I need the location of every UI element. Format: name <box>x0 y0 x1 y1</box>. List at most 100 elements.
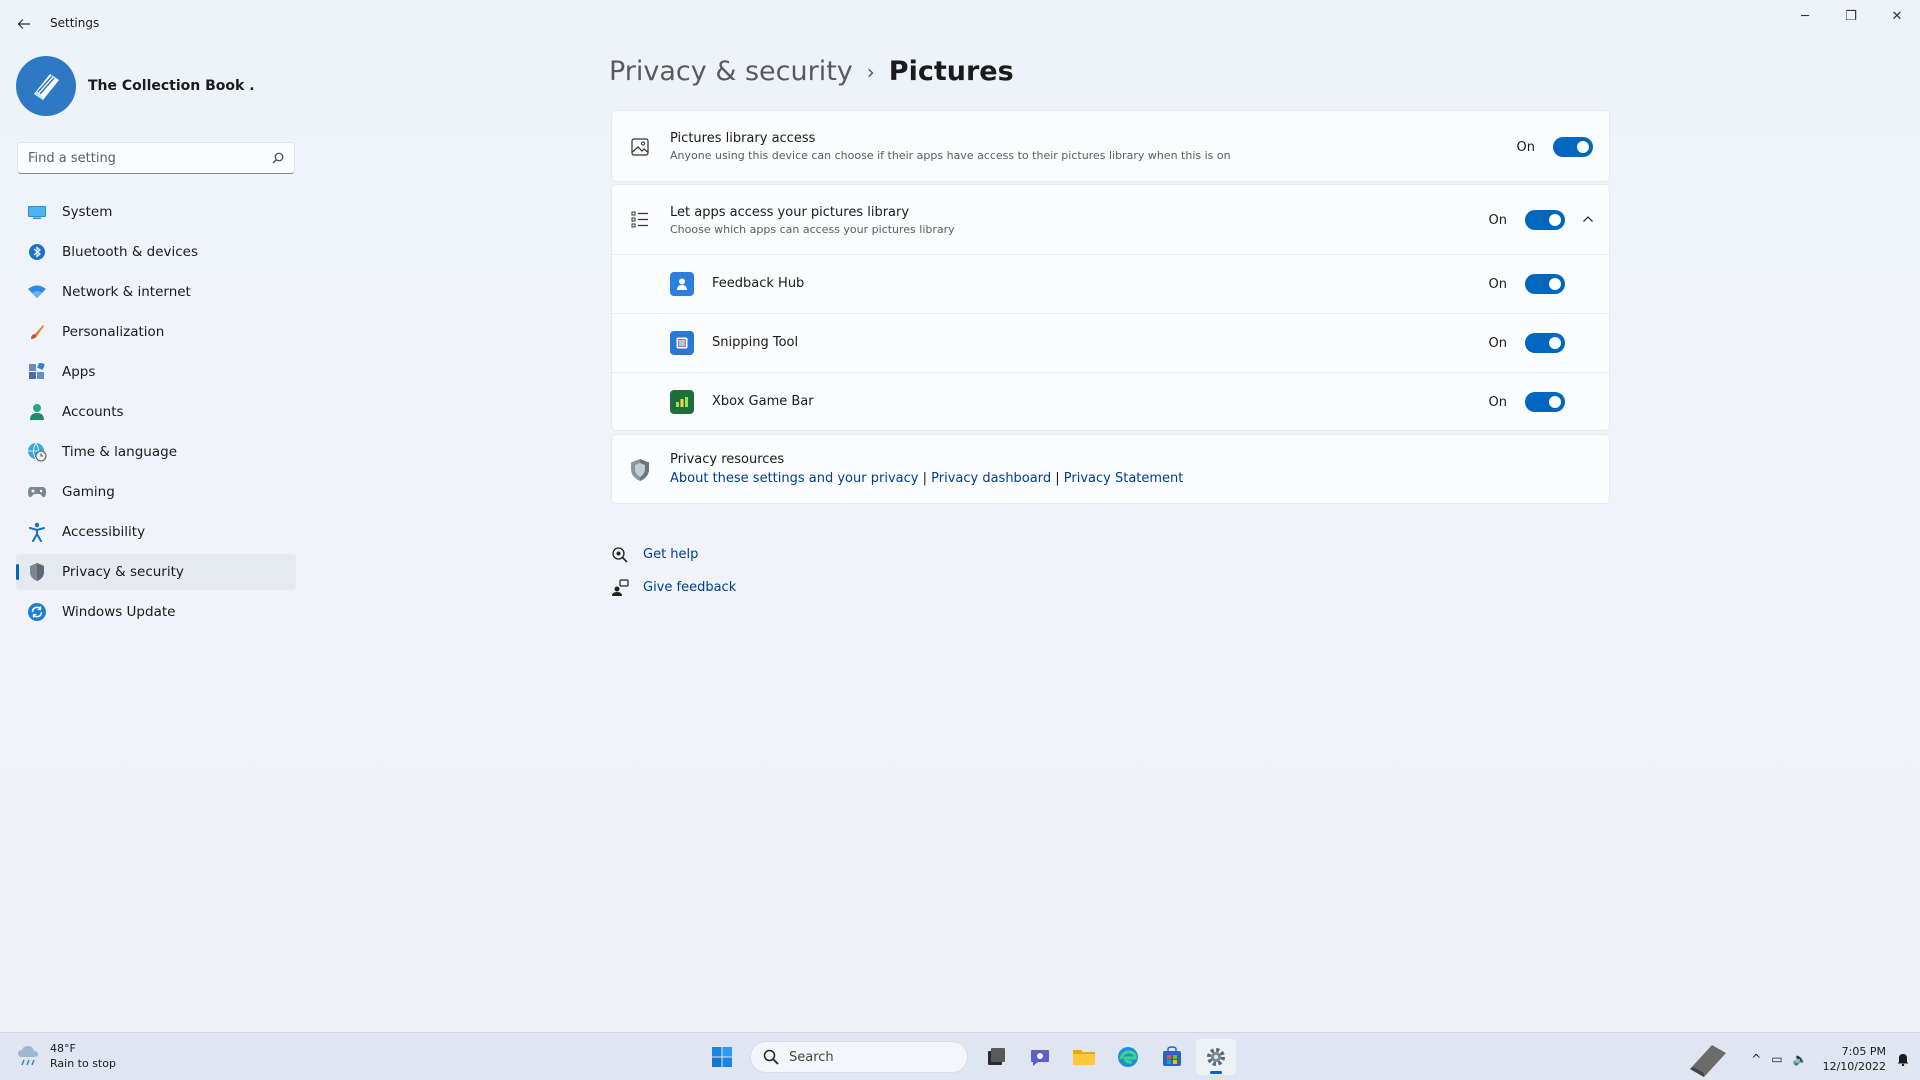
feedback-hub-toggle[interactable] <box>1525 274 1565 294</box>
sidebar-item-label: System <box>62 204 113 220</box>
teams-chat-button[interactable] <box>1020 1039 1060 1075</box>
link-separator: | <box>922 471 927 486</box>
toggle-group: On <box>1489 274 1565 294</box>
weather-temp: 48°F <box>50 1042 76 1055</box>
pictures-library-access-card: Pictures library access Anyone using thi… <box>611 110 1610 182</box>
search-icon <box>763 1049 779 1065</box>
weather-desc: Rain to stop <box>50 1057 116 1070</box>
page-title: Pictures <box>888 56 1014 87</box>
sidebar-nav: System Bluetooth & devices Network & int… <box>16 194 296 634</box>
shield-icon <box>26 561 48 583</box>
network-icon[interactable]: ▭ <box>1771 1052 1782 1066</box>
book-logo-icon <box>34 74 59 100</box>
sidebar-item-network[interactable]: Network & internet <box>16 274 296 310</box>
sidebar-item-accounts[interactable]: Accounts <box>16 394 296 430</box>
shield-icon <box>628 458 652 482</box>
back-button[interactable] <box>10 10 38 38</box>
sidebar-item-label: Bluetooth & devices <box>62 244 199 260</box>
get-help-label: Get help <box>643 547 699 562</box>
row-title: Pictures library access <box>670 131 816 146</box>
row-text: Let apps access your pictures library Ch… <box>670 205 955 236</box>
sidebar-item-label: Privacy & security <box>62 564 184 580</box>
gear-icon <box>1207 1048 1225 1066</box>
sidebar-item-personalization[interactable]: Personalization <box>16 314 296 350</box>
get-help-link[interactable]: Get help <box>611 538 736 571</box>
xbox-game-bar-toggle[interactable] <box>1525 392 1565 412</box>
weather-text: 48°F Rain to stop <box>50 1041 116 1071</box>
app-name: Xbox Game Bar <box>712 394 814 409</box>
toggle-group: On <box>1489 333 1565 353</box>
rain-cloud-icon <box>18 1046 38 1066</box>
avatar <box>16 56 76 116</box>
globe-clock-icon <box>26 441 48 463</box>
app-row-feedback-hub: Feedback Hub On <box>612 255 1609 313</box>
chevron-up-icon[interactable] <box>1581 211 1595 230</box>
apps-access-toggle[interactable] <box>1525 210 1565 230</box>
sidebar-item-label: Network & internet <box>62 284 191 300</box>
sidebar-item-privacy-security[interactable]: Privacy & security <box>16 554 296 590</box>
about-privacy-link[interactable]: About these settings and your privacy <box>670 471 918 486</box>
user-profile[interactable]: The Collection Book . <box>16 56 255 116</box>
list-icon <box>628 207 652 231</box>
row-title: Privacy resources <box>670 452 785 467</box>
xbox-game-bar-icon <box>670 390 694 414</box>
store-button[interactable] <box>1152 1039 1192 1075</box>
breadcrumb-parent[interactable]: Privacy & security <box>609 56 853 87</box>
wifi-icon <box>26 281 48 303</box>
privacy-links: About these settings and your privacy | … <box>670 471 1183 486</box>
accessibility-icon <box>26 521 48 543</box>
sidebar-item-system[interactable]: System <box>16 194 296 230</box>
minimize-button[interactable]: ─ <box>1782 0 1828 32</box>
task-view-button[interactable] <box>976 1039 1016 1075</box>
edge-button[interactable] <box>1108 1039 1148 1075</box>
file-explorer-button[interactable] <box>1064 1039 1104 1075</box>
toggle-group: On <box>1517 137 1593 157</box>
sidebar-item-bluetooth[interactable]: Bluetooth & devices <box>16 234 296 270</box>
person-icon <box>26 401 48 423</box>
sidebar-item-accessibility[interactable]: Accessibility <box>16 514 296 550</box>
sidebar-item-apps[interactable]: Apps <box>16 354 296 390</box>
close-button[interactable]: ✕ <box>1874 0 1920 32</box>
breadcrumb: Privacy & security › Pictures <box>609 56 1014 87</box>
app-title: Settings <box>50 16 100 30</box>
settings-search[interactable] <box>17 142 295 174</box>
apps-access-header-row[interactable]: Let apps access your pictures library Ch… <box>612 185 1609 254</box>
system-tray: ^ ▭ 🔈 7:05 PM 12/10/2022 <box>1684 1039 1910 1079</box>
toggle-state-label: On <box>1516 139 1535 155</box>
taskbar-search[interactable]: Search <box>750 1041 968 1073</box>
store-icon <box>1163 1046 1181 1066</box>
sidebar-item-label: Personalization <box>62 324 165 340</box>
weather-widget[interactable]: 48°F Rain to stop <box>16 1041 116 1071</box>
search-icon <box>272 152 284 164</box>
taskbar-search-label: Search <box>789 1049 834 1065</box>
snipping-tool-toggle[interactable] <box>1525 333 1565 353</box>
volume-icon[interactable]: 🔈 <box>1793 1052 1808 1066</box>
pictures-library-access-toggle[interactable] <box>1553 137 1593 157</box>
start-button[interactable] <box>702 1039 742 1075</box>
help-links: Get help Give feedback <box>611 538 736 604</box>
feedback-icon <box>611 578 629 597</box>
clock[interactable]: 7:05 PM 12/10/2022 <box>1823 1044 1886 1074</box>
restore-button[interactable]: ❐ <box>1828 0 1874 32</box>
privacy-resources-card: Privacy resources About these settings a… <box>611 434 1610 504</box>
sidebar-item-label: Accessibility <box>62 524 146 540</box>
search-input[interactable] <box>28 150 272 166</box>
privacy-dashboard-link[interactable]: Privacy dashboard <box>931 471 1051 486</box>
sidebar-item-gaming[interactable]: Gaming <box>16 474 296 510</box>
feedback-hub-icon <box>670 272 694 296</box>
notification-bell-icon[interactable] <box>1896 1052 1910 1066</box>
link-separator: | <box>1055 471 1060 486</box>
settings-taskbar-button[interactable] <box>1196 1039 1236 1075</box>
give-feedback-link[interactable]: Give feedback <box>611 571 736 604</box>
apps-icon <box>26 361 48 383</box>
toggle-group: On <box>1489 210 1565 230</box>
chevron-up-icon[interactable]: ^ <box>1751 1052 1761 1066</box>
privacy-statement-link[interactable]: Privacy Statement <box>1064 471 1184 486</box>
sidebar-item-windows-update[interactable]: Windows Update <box>16 594 296 630</box>
app-row-xbox-game-bar: Xbox Game Bar On <box>612 373 1609 431</box>
sidebar-item-time-language[interactable]: Time & language <box>16 434 296 470</box>
snipping-tool-icon <box>670 331 694 355</box>
edge-icon <box>1118 1047 1138 1067</box>
sidebar-item-label: Time & language <box>62 444 178 460</box>
breadcrumb-separator: › <box>866 59 875 84</box>
